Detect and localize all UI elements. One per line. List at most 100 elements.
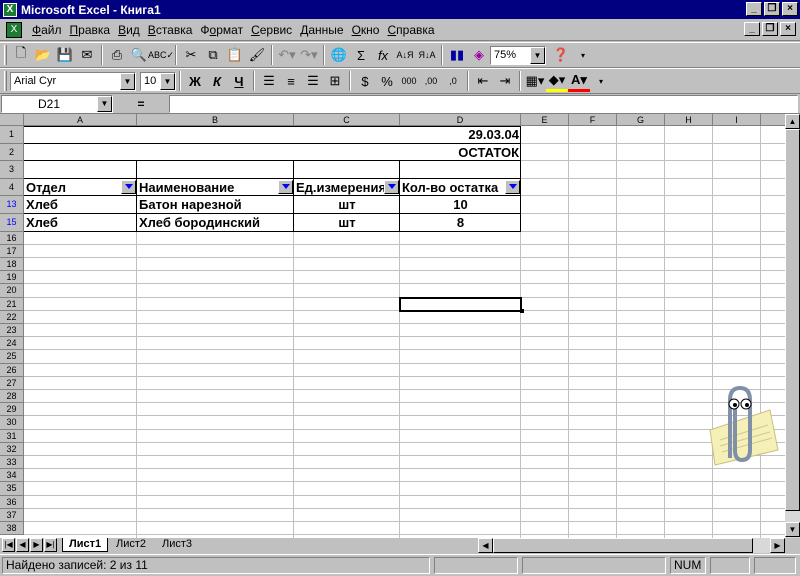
equals-button[interactable]: = bbox=[113, 97, 169, 111]
row-header-15[interactable]: 15 bbox=[0, 214, 24, 232]
row-header-18[interactable]: 18 bbox=[0, 258, 24, 272]
row-header-35[interactable]: 35 bbox=[0, 482, 24, 496]
scroll-up-icon[interactable]: ▲ bbox=[785, 114, 800, 129]
thousands-icon[interactable]: 000 bbox=[398, 70, 420, 92]
percent-icon[interactable]: % bbox=[376, 70, 398, 92]
restore-button[interactable]: ❐ bbox=[764, 2, 780, 16]
save-icon[interactable]: 💾 bbox=[54, 44, 76, 66]
menu-file[interactable]: Файл bbox=[28, 23, 66, 37]
autofilter-dropdown-icon[interactable] bbox=[121, 179, 136, 194]
decrease-indent-icon[interactable]: ⇤ bbox=[472, 70, 494, 92]
zoom-select[interactable]: 75% ▼ bbox=[490, 45, 546, 65]
scroll-left-icon[interactable]: ◀ bbox=[478, 538, 493, 553]
column-header-g[interactable]: G bbox=[617, 114, 665, 126]
cell-b4[interactable]: Наименование bbox=[137, 178, 294, 197]
font-select[interactable]: Arial Cyr ▼ bbox=[10, 71, 136, 91]
column-header-e[interactable]: E bbox=[521, 114, 569, 126]
first-sheet-icon[interactable]: |◀ bbox=[2, 538, 15, 552]
bold-button[interactable]: Ж bbox=[184, 70, 206, 92]
doc-close-button[interactable]: × bbox=[780, 22, 796, 36]
chevron-down-icon[interactable]: ▼ bbox=[97, 95, 112, 112]
row-header-33[interactable]: 33 bbox=[0, 456, 24, 470]
row-header-26[interactable]: 26 bbox=[0, 363, 24, 377]
column-header-h[interactable]: H bbox=[665, 114, 713, 126]
new-file-icon[interactable]: 🗋 bbox=[10, 44, 32, 66]
currency-icon[interactable]: $ bbox=[354, 70, 376, 92]
row-header-32[interactable]: 32 bbox=[0, 442, 24, 456]
sort-descending-icon[interactable]: Я↓А bbox=[416, 44, 438, 66]
cell-d13[interactable]: 10 bbox=[400, 196, 521, 214]
row-header-13[interactable]: 13 bbox=[0, 196, 24, 214]
toolbar-options-icon[interactable]: ▾ bbox=[572, 44, 594, 66]
function-icon[interactable]: fx bbox=[372, 44, 394, 66]
close-button[interactable]: × bbox=[782, 2, 798, 16]
hyperlink-icon[interactable]: 🌐 bbox=[328, 44, 350, 66]
scroll-thumb[interactable] bbox=[785, 129, 800, 511]
tab-sheet2[interactable]: Лист2 bbox=[110, 538, 152, 552]
underline-button[interactable]: Ч bbox=[228, 70, 250, 92]
row-header-1[interactable]: 1 bbox=[0, 126, 24, 144]
menu-window[interactable]: Окно bbox=[348, 23, 384, 37]
autofilter-dropdown-icon[interactable] bbox=[278, 179, 293, 194]
formula-input[interactable] bbox=[169, 94, 798, 113]
help-icon[interactable]: ❓ bbox=[550, 44, 572, 66]
row-header-25[interactable]: 25 bbox=[0, 350, 24, 364]
doc-minimize-button[interactable]: _ bbox=[744, 22, 760, 36]
cell-b13[interactable]: Батон нарезной bbox=[137, 196, 294, 214]
cell-c13[interactable]: шт bbox=[294, 196, 400, 214]
copy-icon[interactable]: ⧉ bbox=[202, 44, 224, 66]
name-box[interactable]: D21 ▼ bbox=[1, 94, 113, 113]
format-painter-icon[interactable]: 🖌 bbox=[246, 44, 268, 66]
selected-cell-d21[interactable] bbox=[399, 296, 522, 312]
row-header-19[interactable]: 19 bbox=[0, 271, 24, 285]
cell-d4[interactable]: Кол-во остатка bbox=[400, 178, 521, 197]
row-header-29[interactable]: 29 bbox=[0, 403, 24, 417]
print-icon[interactable]: ⎙ bbox=[106, 44, 128, 66]
toolbar-options-icon[interactable]: ▾ bbox=[590, 70, 612, 92]
column-header-c[interactable]: C bbox=[294, 114, 400, 126]
excel-app-icon[interactable]: X bbox=[3, 2, 17, 17]
merge-center-icon[interactable]: ⊞ bbox=[324, 70, 346, 92]
align-right-icon[interactable]: ☰ bbox=[302, 70, 324, 92]
last-sheet-icon[interactable]: ▶| bbox=[44, 538, 57, 552]
cell-c15[interactable]: шт bbox=[294, 214, 400, 232]
row-header-30[interactable]: 30 bbox=[0, 416, 24, 430]
autofilter-dropdown-icon[interactable] bbox=[505, 179, 520, 194]
scroll-thumb[interactable] bbox=[493, 538, 753, 553]
autofilter-dropdown-icon[interactable] bbox=[384, 179, 399, 194]
cell-a15[interactable]: Хлеб bbox=[24, 214, 137, 232]
horizontal-scrollbar[interactable]: ◀ ▶ bbox=[478, 538, 785, 553]
autosum-icon[interactable]: Σ bbox=[350, 44, 372, 66]
row-header-36[interactable]: 36 bbox=[0, 495, 24, 509]
menu-edit[interactable]: Правка bbox=[66, 23, 115, 37]
row-header-27[interactable]: 27 bbox=[0, 376, 24, 390]
column-header-j[interactable] bbox=[761, 114, 785, 126]
menu-help[interactable]: Справка bbox=[383, 23, 438, 37]
align-left-icon[interactable]: ☰ bbox=[258, 70, 280, 92]
menu-format[interactable]: Формат bbox=[196, 23, 247, 37]
select-all-corner[interactable] bbox=[0, 114, 24, 126]
column-header-a[interactable]: A bbox=[24, 114, 137, 126]
prev-sheet-icon[interactable]: ◀ bbox=[16, 538, 29, 552]
tab-sheet3[interactable]: Лист3 bbox=[156, 538, 198, 552]
scroll-down-icon[interactable]: ▼ bbox=[785, 522, 800, 537]
row-header-37[interactable]: 37 bbox=[0, 508, 24, 522]
cell-d2[interactable]: ОСТАТОК bbox=[24, 143, 521, 162]
row-header-21[interactable]: 21 bbox=[0, 297, 24, 311]
row-header-34[interactable]: 34 bbox=[0, 469, 24, 483]
sort-ascending-icon[interactable]: А↓Я bbox=[394, 44, 416, 66]
column-header-f[interactable]: F bbox=[569, 114, 617, 126]
cut-icon[interactable]: ✂ bbox=[180, 44, 202, 66]
row-header-22[interactable]: 22 bbox=[0, 310, 24, 324]
toolbar-grip[interactable] bbox=[4, 45, 7, 65]
office-assistant-clippy[interactable] bbox=[690, 380, 780, 470]
column-header-b[interactable]: B bbox=[137, 114, 294, 126]
menu-view[interactable]: Вид bbox=[114, 23, 144, 37]
chevron-down-icon[interactable]: ▼ bbox=[530, 46, 545, 64]
column-header-i[interactable]: I bbox=[713, 114, 761, 126]
worksheet-grid[interactable]: A B C D E F G H I 1 2 3 4 13 15 16 17 18 19 20 21 22 23 24 25 26 2… bbox=[0, 114, 785, 538]
cell-d15[interactable]: 8 bbox=[400, 214, 521, 232]
paste-icon[interactable]: 📋 bbox=[224, 44, 246, 66]
row-header-38[interactable]: 38 bbox=[0, 522, 24, 536]
vertical-scrollbar[interactable]: ▲ ▼ bbox=[785, 114, 800, 538]
